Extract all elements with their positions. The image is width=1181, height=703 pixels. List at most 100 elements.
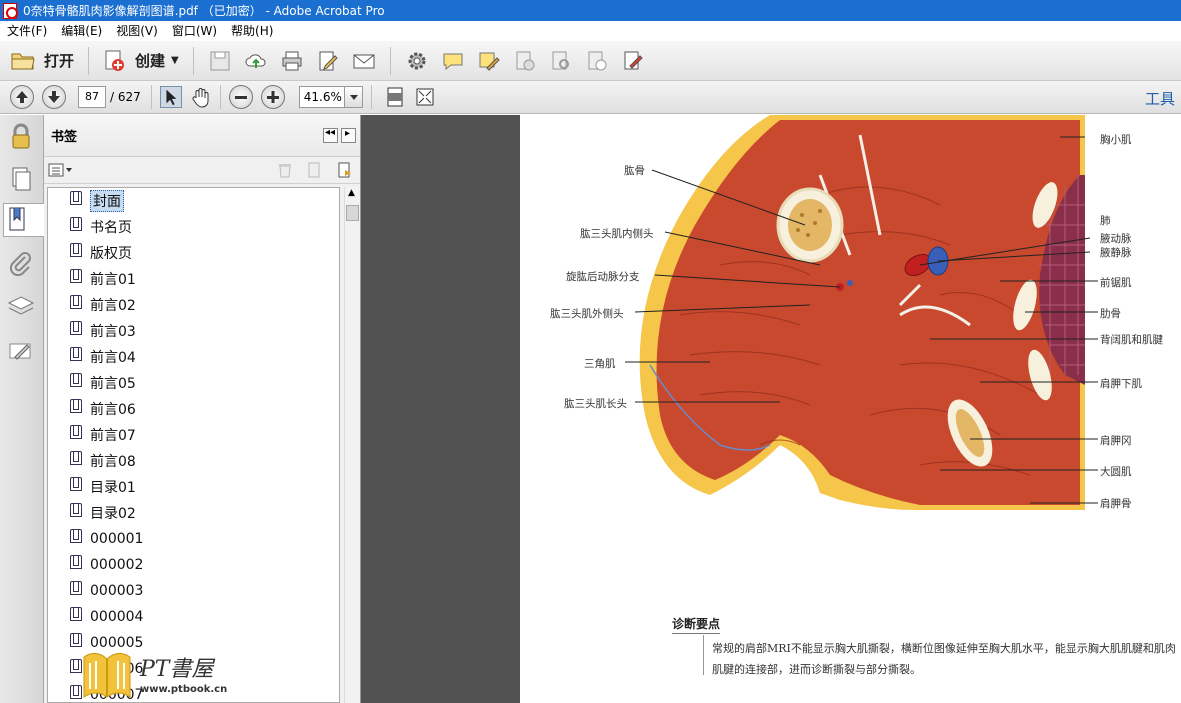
bookmark-item[interactable]: 前言07 xyxy=(48,422,339,448)
sign-document-icon[interactable] xyxy=(622,50,644,72)
pages-nav-button[interactable] xyxy=(5,163,37,197)
bookmarks-list: 封面 书名页 版权页 前言01 前言02 前言03 前言04 前言05 前言06… xyxy=(47,187,340,703)
bookmark-item[interactable]: 000001 xyxy=(48,526,339,552)
tools-pane-button[interactable]: 工具 xyxy=(1145,88,1175,109)
main-toolbar: 打开 创建 ▼ xyxy=(0,41,1181,81)
menu-window[interactable]: 窗口(W) xyxy=(165,21,224,41)
bookmarks-scrollbar[interactable]: ▲ xyxy=(344,187,360,703)
bookmark-item[interactable]: 前言06 xyxy=(48,396,339,422)
select-tool-icon[interactable] xyxy=(159,86,182,108)
signatures-nav-button[interactable] xyxy=(5,335,37,369)
bookmark-label: 前言01 xyxy=(90,272,136,288)
previous-page-button[interactable] xyxy=(10,85,34,109)
attachments-nav-button[interactable] xyxy=(5,249,37,283)
next-page-button[interactable] xyxy=(42,85,66,109)
label-posterior-circumflex-artery: 旋肱后动脉分支 xyxy=(566,271,640,283)
scrollbar-thumb[interactable] xyxy=(346,205,359,221)
bookmark-page-icon xyxy=(70,555,82,569)
zoom-out-button[interactable] xyxy=(228,85,253,109)
label-deltoid: 三角肌 xyxy=(584,358,616,370)
pdf-page: 肱骨 肱三头肌内侧头 旋肱后动脉分支 肱三头肌外侧头 三角肌 肱三头肌长头 胸小… xyxy=(520,115,1181,703)
toolbar-divider xyxy=(192,46,194,75)
menu-bar: 文件(F) 编辑(E) 视图(V) 窗口(W) 帮助(H) xyxy=(0,21,1181,41)
bookmark-item[interactable]: 书名页 xyxy=(48,214,339,240)
page-number-input[interactable]: 87 xyxy=(78,86,106,108)
save-icon[interactable] xyxy=(209,50,231,72)
bookmark-label: 前言05 xyxy=(90,376,136,392)
book-logo-icon xyxy=(83,653,131,698)
delete-bookmark-icon[interactable] xyxy=(276,161,294,179)
bookmark-page-icon xyxy=(70,321,82,335)
bookmark-item[interactable]: 目录01 xyxy=(48,474,339,500)
label-rib: 肋骨 xyxy=(1100,308,1121,320)
menu-help[interactable]: 帮助(H) xyxy=(224,21,280,41)
full-screen-icon[interactable] xyxy=(414,86,436,108)
section-heading: 诊断要点 xyxy=(672,615,721,634)
highlight-text-icon[interactable] xyxy=(478,50,500,72)
bookmark-label: 000003 xyxy=(90,583,144,599)
menu-view[interactable]: 视图(V) xyxy=(109,21,165,41)
fit-page-icon[interactable] xyxy=(384,86,406,108)
bookmark-label: 前言08 xyxy=(90,454,136,470)
bookmark-item[interactable]: 000002 xyxy=(48,552,339,578)
gear-icon[interactable] xyxy=(406,50,428,72)
security-nav-button[interactable] xyxy=(5,121,37,155)
paperclip-icon xyxy=(9,252,31,277)
navigation-pane-strip xyxy=(0,115,44,703)
bookmark-page-icon xyxy=(70,373,82,387)
bookmark-label: 前言04 xyxy=(90,350,136,366)
label-latissimus-dorsi: 背阔肌和肌腱 xyxy=(1100,334,1163,346)
document-clock-icon[interactable] xyxy=(586,50,608,72)
bookmark-item[interactable]: 前言04 xyxy=(48,344,339,370)
cloud-upload-icon[interactable] xyxy=(245,50,267,72)
zoom-in-button[interactable] xyxy=(260,85,285,109)
bookmark-item[interactable]: 前言08 xyxy=(48,448,339,474)
label-axillary-artery: 腋动脉 xyxy=(1100,233,1132,245)
bookmark-item[interactable]: 目录02 xyxy=(48,500,339,526)
bookmark-item[interactable]: 前言01 xyxy=(48,266,339,292)
bookmark-page-icon xyxy=(70,217,82,231)
open-button[interactable]: 打开 xyxy=(4,46,80,76)
page-total: / 627 xyxy=(110,90,141,104)
bookmark-item[interactable]: 封面 xyxy=(48,188,339,214)
bookmark-item[interactable]: 前言02 xyxy=(48,292,339,318)
comment-icon[interactable] xyxy=(442,50,464,72)
bookmark-label: 目录01 xyxy=(90,480,136,496)
search-document-icon[interactable] xyxy=(550,50,572,72)
collapse-panel-button[interactable]: ◂◂ xyxy=(323,127,338,143)
print-icon[interactable] xyxy=(281,50,303,72)
label-humerus: 肱骨 xyxy=(624,165,645,177)
menu-file[interactable]: 文件(F) xyxy=(0,21,54,41)
scroll-up-icon[interactable]: ▲ xyxy=(348,188,355,198)
bookmark-tag-icon[interactable] xyxy=(336,161,354,179)
bookmark-item[interactable]: 000003 xyxy=(48,578,339,604)
edit-document-icon[interactable] xyxy=(317,50,339,72)
bookmark-label: 封面 xyxy=(90,190,124,212)
chevron-right-icon: ▸ xyxy=(345,128,351,139)
new-bookmark-icon[interactable] xyxy=(306,161,324,179)
create-button[interactable]: 创建 ▼ xyxy=(97,46,185,76)
label-teres-major: 大圆肌 xyxy=(1100,466,1132,478)
toolbar-divider xyxy=(219,85,221,109)
bookmark-item[interactable]: 版权页 xyxy=(48,240,339,266)
bookmarks-nav-button[interactable] xyxy=(3,203,44,237)
zoom-dropdown-button[interactable] xyxy=(344,86,363,108)
remove-document-icon[interactable] xyxy=(514,50,536,72)
bookmark-page-icon xyxy=(70,191,82,205)
label-lung: 肺 xyxy=(1100,215,1111,227)
create-pdf-icon xyxy=(105,50,125,71)
bookmark-item[interactable]: 前言05 xyxy=(48,370,339,396)
bookmark-item[interactable]: 000004 xyxy=(48,604,339,630)
options-menu-icon[interactable] xyxy=(48,162,74,178)
bookmark-item[interactable]: 前言03 xyxy=(48,318,339,344)
bookmark-label: 前言02 xyxy=(90,298,136,314)
pages-icon xyxy=(12,167,31,191)
expand-panel-button[interactable]: ▸ xyxy=(341,128,356,143)
zoom-level-input[interactable]: 41.6% xyxy=(298,86,345,108)
email-icon[interactable] xyxy=(353,50,375,72)
layers-nav-button[interactable] xyxy=(5,291,37,325)
layers-icon xyxy=(7,296,35,315)
document-viewport[interactable]: 肱骨 肱三头肌内侧头 旋肱后动脉分支 肱三头肌外侧头 三角肌 肱三头肌长头 胸小… xyxy=(361,115,1181,703)
hand-tool-icon[interactable] xyxy=(190,86,212,108)
menu-edit[interactable]: 编辑(E) xyxy=(54,21,109,41)
